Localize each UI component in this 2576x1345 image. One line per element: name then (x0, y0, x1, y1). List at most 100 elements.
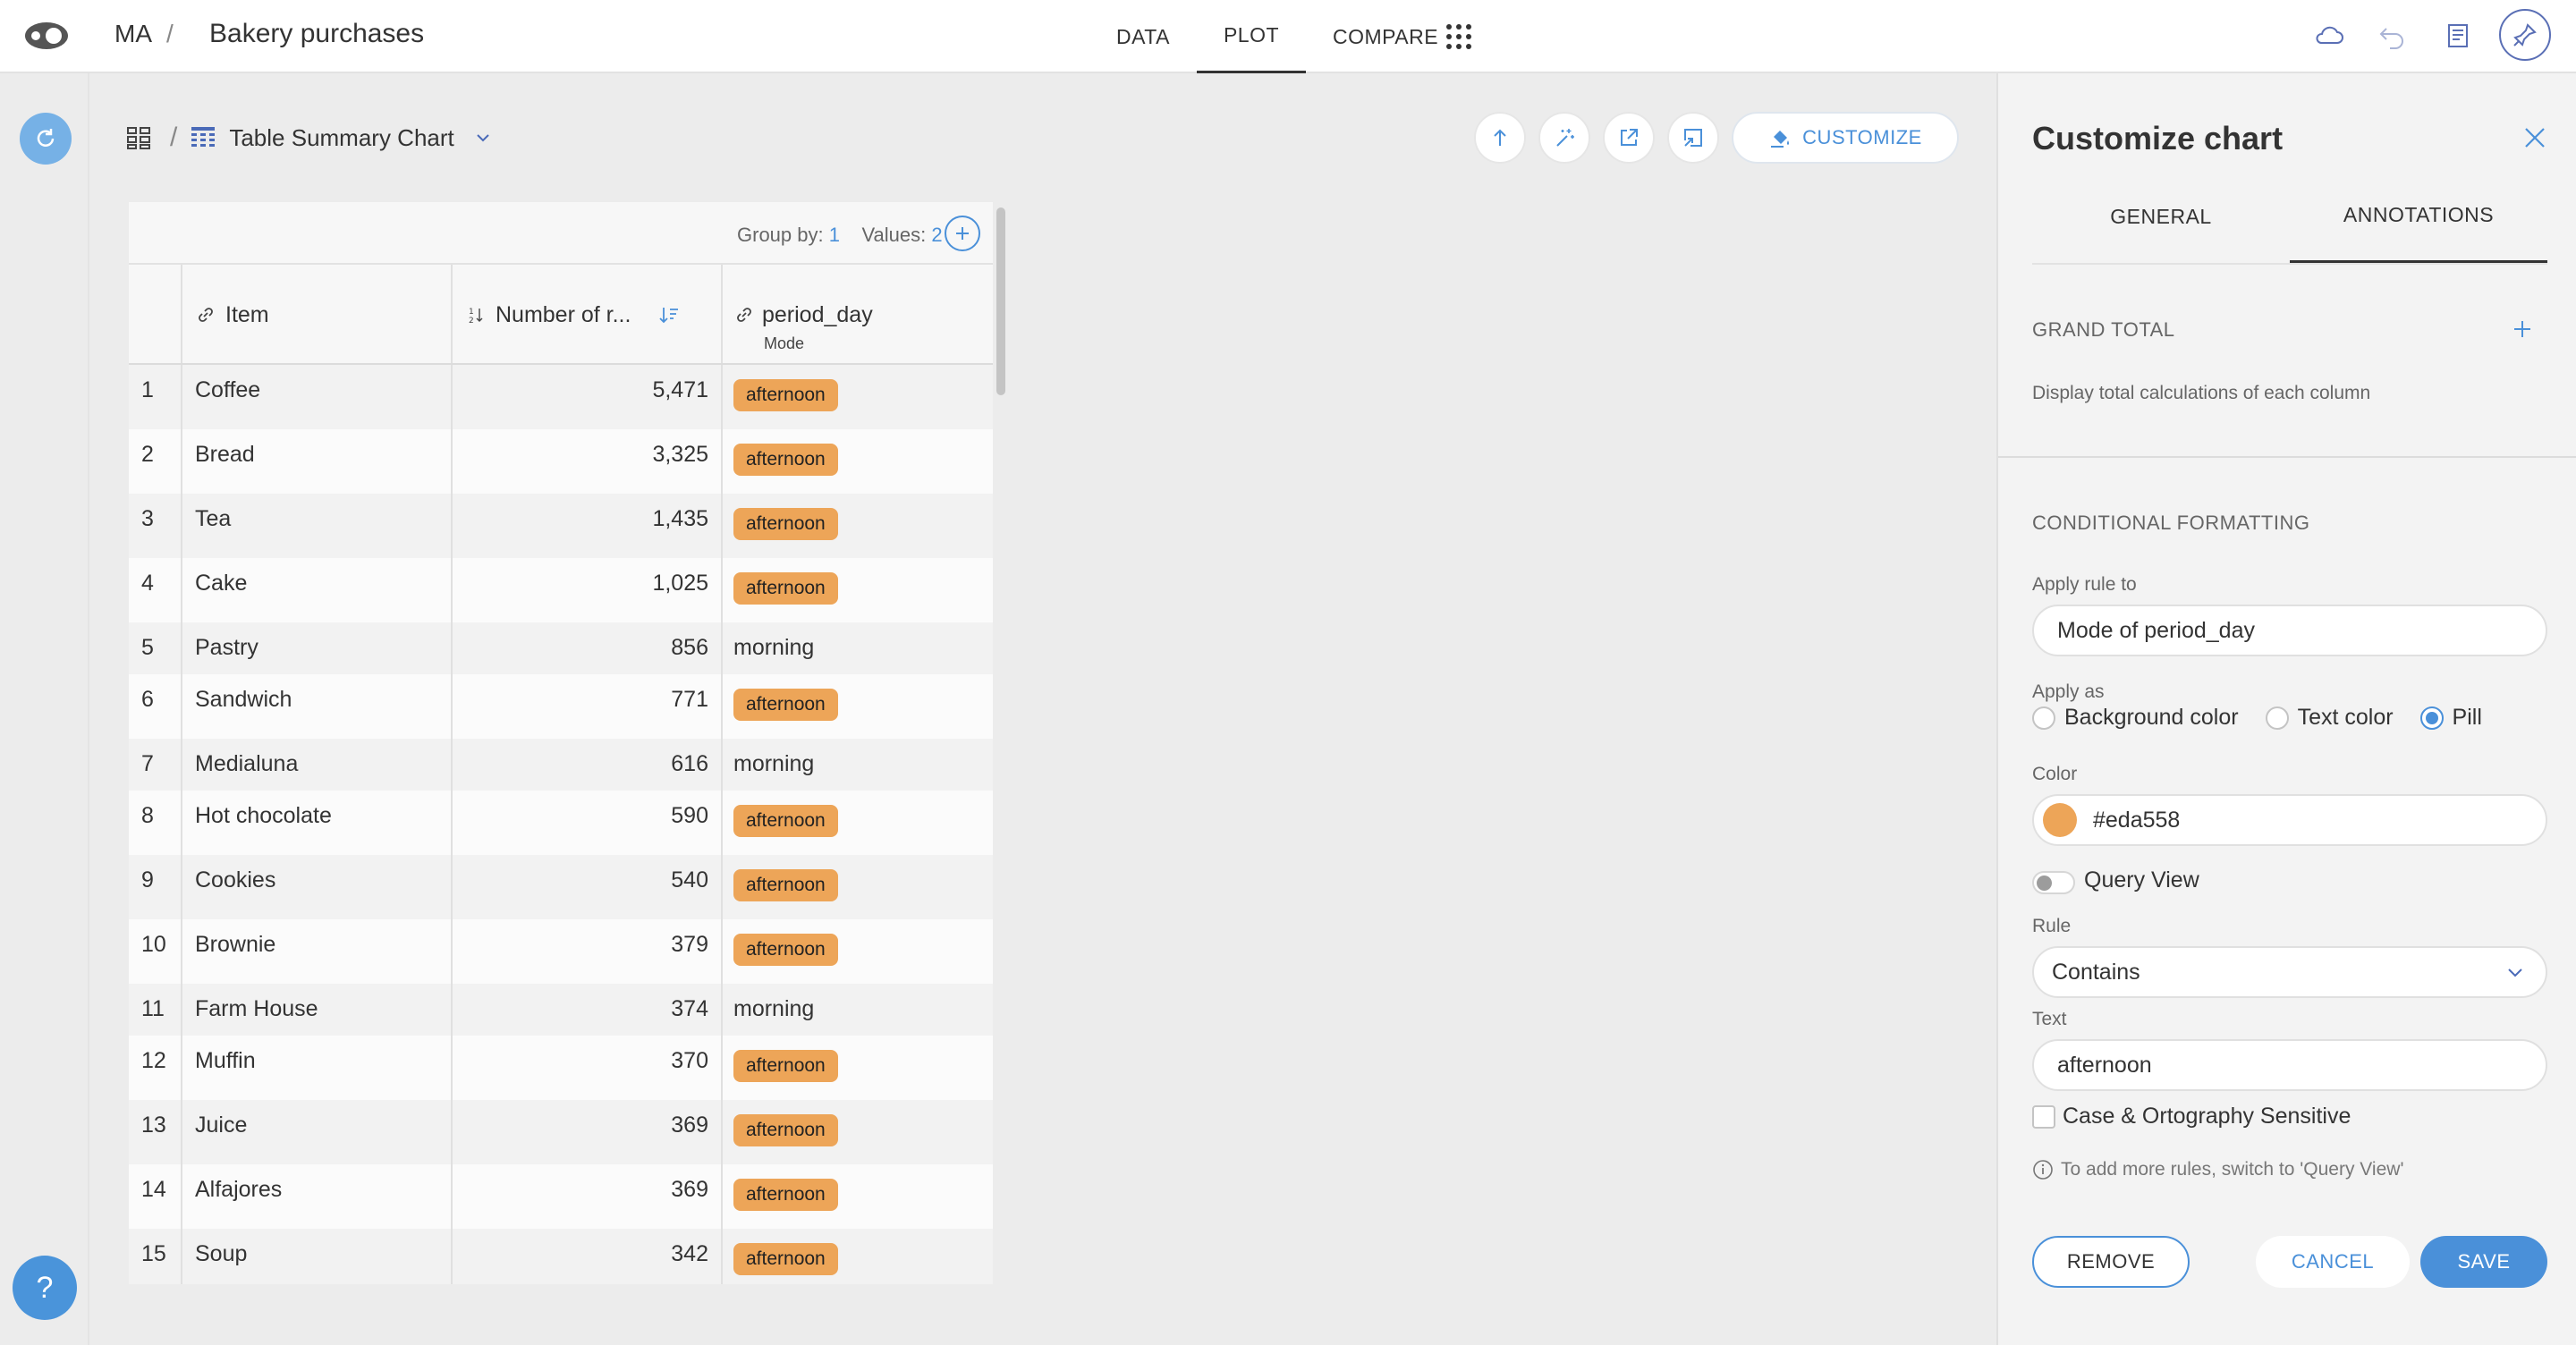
count-cell-text: 3,325 (652, 442, 708, 467)
text-input[interactable]: afternoon (2032, 1039, 2547, 1091)
values-label: Values: (861, 224, 927, 246)
period-pill: afternoon (733, 379, 838, 411)
paint-bucket-icon (1771, 131, 1790, 148)
color-field[interactable]: #eda558 (2032, 794, 2547, 846)
main-nav: DATA PLOT COMPARE (1089, 0, 1465, 73)
sort-desc-icon[interactable] (658, 306, 680, 326)
apply-rule-to-field[interactable]: Mode of period_day (2032, 605, 2547, 656)
item-cell-text: Pastry (195, 635, 258, 660)
add-column-button[interactable] (945, 216, 980, 251)
info-message: To add more rules, switch to 'Query View… (2032, 1159, 2403, 1180)
values-count[interactable]: 2 (931, 224, 942, 246)
period-cell-text: morning (733, 751, 815, 776)
pin-button[interactable] (2499, 9, 2551, 61)
period-pill: afternoon (733, 508, 838, 540)
tab-data[interactable]: DATA (1089, 0, 1197, 73)
row-number-cell-text: 6 (141, 687, 154, 712)
table-row[interactable]: 6 Sandwich 771 afternoon (129, 674, 993, 739)
notes-icon[interactable] (2442, 20, 2474, 52)
color-swatch[interactable] (2043, 803, 2077, 837)
column-header-period-day[interactable]: period_day Mode (723, 265, 993, 363)
text-label: Text (2032, 1009, 2067, 1029)
row-number-cell: 9 (129, 855, 182, 919)
open-external-button[interactable] (1603, 112, 1655, 164)
column-aggregation-label: Mode (764, 334, 805, 352)
save-button[interactable]: SAVE (2420, 1236, 2547, 1288)
table-row[interactable]: 11 Farm House 374 morning (129, 984, 993, 1036)
group-by-count[interactable]: 1 (829, 224, 840, 246)
table-row[interactable]: 1 Coffee 5,471 afternoon (129, 365, 993, 429)
chevron-down-icon[interactable] (474, 129, 492, 147)
radio-text-color[interactable] (2265, 706, 2289, 730)
table-row[interactable]: 8 Hot chocolate 590 afternoon (129, 791, 993, 855)
item-cell: Soup (182, 1229, 453, 1284)
tab-annotations[interactable]: ANNOTATIONS (2290, 170, 2547, 263)
table-row[interactable]: 7 Medialuna 616 morning (129, 739, 993, 791)
present-button[interactable] (1667, 112, 1719, 164)
row-number-cell: 8 (129, 791, 182, 855)
help-button[interactable]: ? (13, 1256, 77, 1320)
table-scrollbar[interactable] (996, 207, 1005, 395)
dashboard-grid-icon[interactable] (125, 124, 152, 151)
tab-general[interactable]: GENERAL (2032, 170, 2290, 263)
apps-grid-icon[interactable] (1445, 23, 1472, 50)
period-cell-text: morning (733, 635, 815, 660)
magic-button[interactable] (1538, 112, 1590, 164)
row-number-cell-text: 13 (141, 1112, 166, 1138)
pin-icon (2513, 23, 2537, 47)
count-cell: 370 (453, 1036, 723, 1100)
chart-title[interactable]: Table Summary Chart (229, 124, 453, 152)
table-row[interactable]: 12 Muffin 370 afternoon (129, 1036, 993, 1100)
workspace-breadcrumb[interactable]: MA (114, 20, 152, 48)
case-sensitive-checkbox[interactable] (2032, 1105, 2055, 1129)
table-row[interactable]: 13 Juice 369 afternoon (129, 1100, 993, 1164)
cloud-icon[interactable] (2313, 20, 2345, 52)
count-cell: 342 (453, 1229, 723, 1284)
group-by-label: Group by: (737, 224, 824, 246)
row-number-cell: 4 (129, 558, 182, 622)
row-number-cell: 12 (129, 1036, 182, 1100)
undo-icon[interactable] (2376, 20, 2408, 52)
project-title[interactable]: Bakery purchases (209, 19, 424, 49)
table-row[interactable]: 10 Brownie 379 afternoon (129, 919, 993, 984)
table-row[interactable]: 2 Bread 3,325 afternoon (129, 429, 993, 494)
radio-pill[interactable] (2419, 706, 2444, 730)
query-view-toggle[interactable] (2032, 871, 2075, 894)
count-cell-text: 590 (671, 803, 708, 828)
period-cell: afternoon (723, 1036, 993, 1100)
cancel-button[interactable]: CANCEL (2256, 1236, 2410, 1288)
row-number-header (129, 265, 182, 363)
table-chart-icon (191, 127, 216, 147)
item-cell-text: Medialuna (195, 751, 299, 776)
column-header-item[interactable]: Item (182, 265, 453, 363)
tab-compare[interactable]: COMPARE (1306, 0, 1465, 73)
item-cell-text: Cake (195, 571, 248, 596)
column-header-count[interactable]: 1 2 Number of r... (453, 265, 723, 363)
table-row[interactable]: 15 Soup 342 afternoon (129, 1229, 993, 1284)
customize-button[interactable]: CUSTOMIZE (1732, 112, 1959, 164)
table-row[interactable]: 5 Pastry 856 morning (129, 622, 993, 674)
add-grand-total-icon[interactable] (2512, 318, 2533, 340)
table-row[interactable]: 9 Cookies 540 afternoon (129, 855, 993, 919)
table-row[interactable]: 14 Alfajores 369 afternoon (129, 1164, 993, 1229)
remove-button[interactable]: REMOVE (2032, 1236, 2190, 1288)
app-logo-icon[interactable] (23, 18, 70, 54)
export-button[interactable] (1474, 112, 1526, 164)
item-cell: Cake (182, 558, 453, 622)
radio-label: Background color (2064, 705, 2239, 730)
close-icon[interactable] (2522, 125, 2547, 150)
row-number-cell-text: 5 (141, 635, 154, 660)
row-number-cell-text: 11 (141, 996, 165, 1021)
count-cell-text: 856 (671, 635, 708, 660)
rule-select[interactable]: Contains (2032, 946, 2547, 998)
color-value: #eda558 (2093, 807, 2181, 833)
left-rail: ? (0, 73, 89, 1345)
refresh-button[interactable] (20, 113, 72, 165)
item-cell: Pastry (182, 622, 453, 674)
table-row[interactable]: 3 Tea 1,435 afternoon (129, 494, 993, 558)
radio-background-color[interactable] (2032, 706, 2055, 730)
link-icon (199, 308, 213, 322)
period-cell: afternoon (723, 1164, 993, 1229)
table-row[interactable]: 4 Cake 1,025 afternoon (129, 558, 993, 622)
tab-plot[interactable]: PLOT (1196, 0, 1307, 73)
